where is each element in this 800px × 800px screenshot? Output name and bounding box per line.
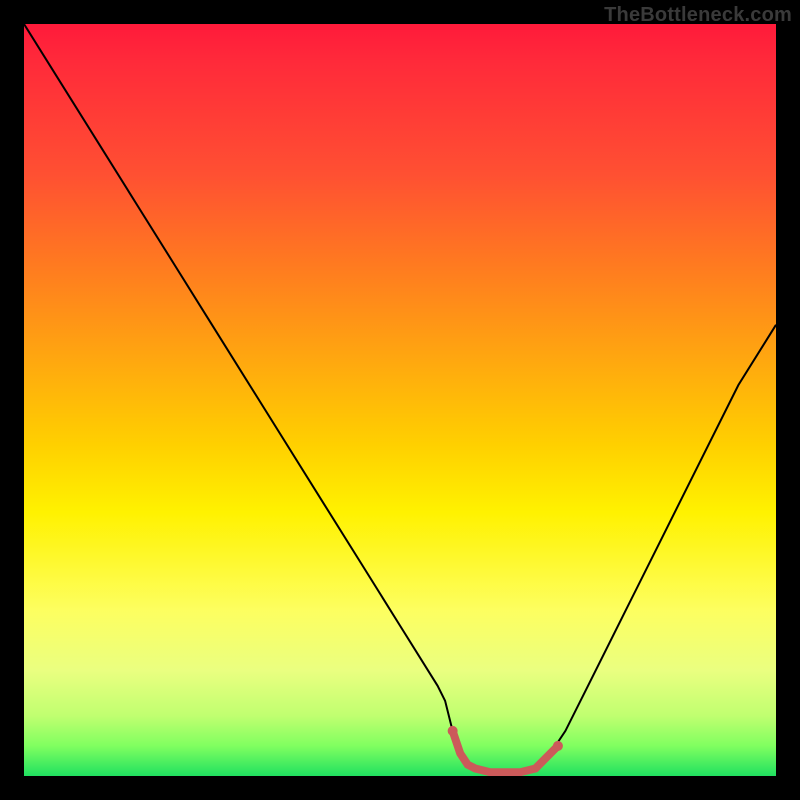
chart-curve-svg xyxy=(24,24,776,776)
optimal-range-curve xyxy=(453,731,558,772)
watermark-text: TheBottleneck.com xyxy=(604,4,792,27)
chart-plot-area xyxy=(24,24,776,776)
bottleneck-curve xyxy=(24,24,776,772)
optimal-range-end-dot xyxy=(553,741,563,751)
optimal-range-start-dot xyxy=(448,726,458,736)
